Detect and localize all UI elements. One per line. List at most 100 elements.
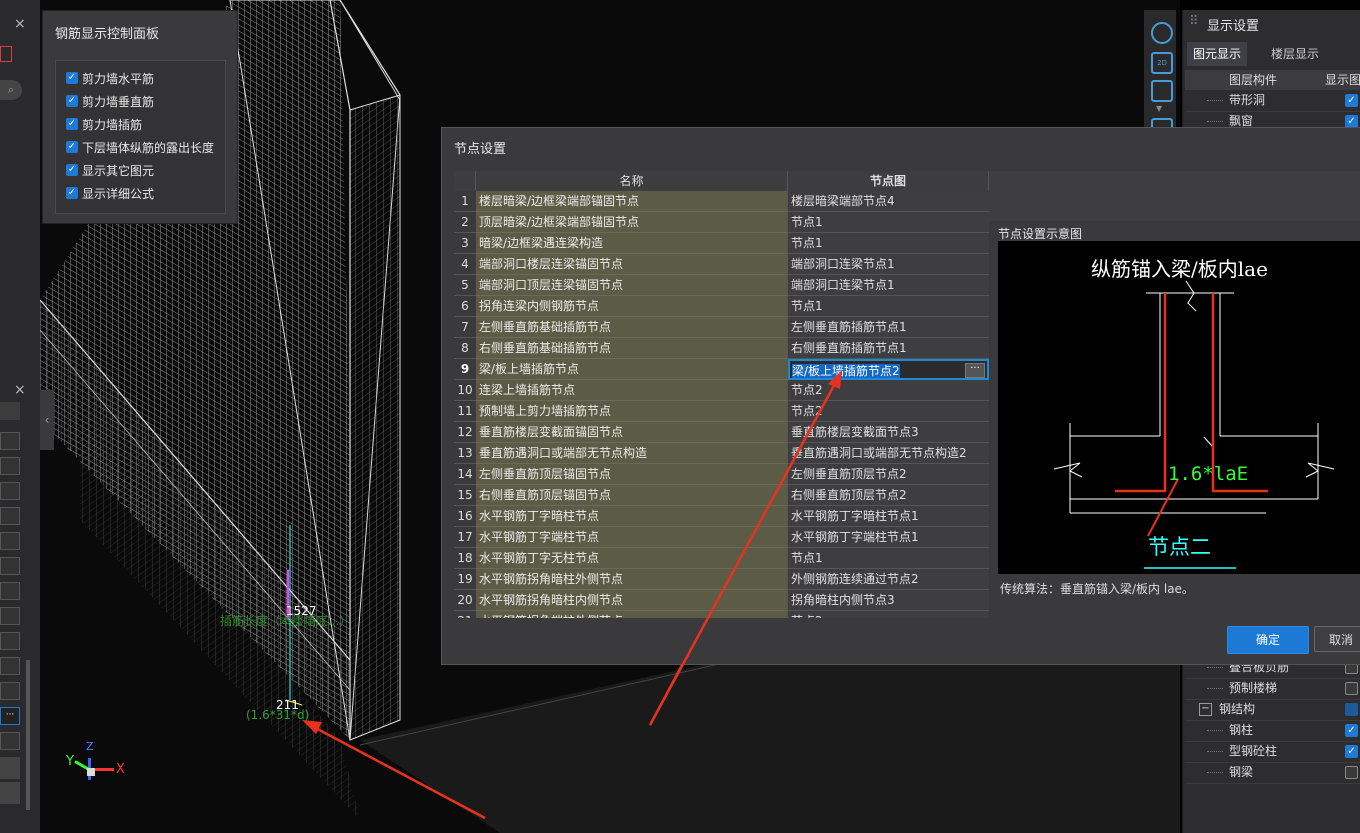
close-icon[interactable]: × [14,16,26,32]
search-icon[interactable]: ⌕ [0,80,22,100]
list-item[interactable]: 带形洞 ✓ [1185,90,1360,112]
chevron-down-icon[interactable]: ▼ [1156,104,1162,113]
checkbox-icon[interactable]: ✓ [66,141,78,153]
property-cell[interactable] [0,607,20,625]
row-node-cell[interactable]: 左侧垂直筋顶层节点2 [788,464,989,485]
close-icon[interactable]: × [14,382,26,398]
property-cell[interactable] [0,632,20,650]
table-row[interactable]: 16 水平钢筋丁字暗柱节点 水平钢筋丁字暗柱节点1 [454,506,989,527]
row-node-cell[interactable]: 拐角暗柱内侧节点3 [788,590,989,611]
row-node-cell[interactable]: 节点1 [788,212,989,233]
list-item[interactable]: 钢柱 ✓ [1185,720,1360,742]
ellipsis-button[interactable]: ··· [0,707,20,725]
table-row[interactable]: 10 连梁上墙插筋节点 节点2 [454,380,989,401]
row-node-cell[interactable]: 右侧垂直筋插筋节点1 [788,338,989,359]
row-node-cell[interactable]: 水平钢筋丁字暗柱节点1 [788,506,989,527]
layer-icon[interactable] [0,46,12,62]
option-show-other[interactable]: ✓ 显示其它图元 [66,160,154,180]
row-node-cell[interactable]: 外侧钢筋连续通过节点2 [788,569,989,590]
checkbox-icon[interactable]: ✓ [1345,745,1358,758]
property-cell[interactable] [0,482,20,500]
table-row[interactable]: 17 水平钢筋丁字端柱节点 水平钢筋丁字端柱节点1 [454,527,989,548]
drag-handle-icon[interactable]: ⠿ [1189,14,1199,29]
table-row[interactable]: 6 拐角连梁内侧钢筋节点 节点1 [454,296,989,317]
row-node-cell[interactable]: 垂直筋楼层变截面节点3 [788,422,989,443]
checkbox-icon[interactable] [1345,703,1358,716]
table-row[interactable]: 9 梁/板上墙插筋节点 梁/板上墙插筋节点2 ··· [454,359,989,380]
checkbox-icon[interactable] [1345,766,1358,779]
row-node-cell[interactable]: 右侧垂直筋顶层节点2 [788,485,989,506]
table-row[interactable]: 4 端部洞口楼层连梁锚固节点 端部洞口连梁节点1 [454,254,989,275]
table-row[interactable]: 19 水平钢筋拐角暗柱外侧节点 外侧钢筋连续通过节点2 [454,569,989,590]
row-node-cell[interactable]: 节点1 [788,548,989,569]
row-node-cell[interactable]: 端部洞口连梁节点1 [788,275,989,296]
tab-floor-display[interactable]: 楼层显示 [1265,42,1325,66]
checkbox-icon[interactable]: ✓ [66,118,78,130]
row-node-cell[interactable]: 左侧垂直筋插筋节点1 [788,317,989,338]
table-row[interactable]: 20 水平钢筋拐角暗柱内侧节点 拐角暗柱内侧节点3 [454,590,989,611]
table-row[interactable]: 11 预制墙上剪力墙插筋节点 节点2 [454,401,989,422]
row-node-cell[interactable]: 节点1 [788,233,989,254]
property-cell[interactable] [0,432,20,450]
property-cell[interactable] [0,682,20,700]
row-node-cell[interactable]: 楼层暗梁端部节点4 [788,191,989,212]
tab-element-display[interactable]: 图元显示 [1187,42,1248,66]
collapse-icon[interactable]: − [1199,703,1212,716]
node-value-editing[interactable]: 梁/板上墙插筋节点2 [792,364,900,378]
table-row[interactable]: 13 垂直筋遇洞口或端部无节点构造 垂直筋遇洞口或端部无节点构造2 [454,443,989,464]
option-show-formula[interactable]: ✓ 显示详细公式 [66,183,154,203]
2d-view-icon[interactable]: 2D [1151,52,1173,74]
property-cell[interactable] [0,457,20,475]
table-row[interactable]: 12 垂直筋楼层变截面锚固节点 垂直筋楼层变截面节点3 [454,422,989,443]
option-horizontal-rebar[interactable]: ✓ 剪力墙水平筋 [66,68,154,88]
property-cell[interactable] [0,782,20,804]
list-item[interactable]: 钢梁 [1185,762,1360,784]
row-node-cell[interactable]: 梁/板上墙插筋节点2 ··· [788,359,989,380]
option-dowel-rebar[interactable]: ✓ 剪力墙插筋 [66,114,142,134]
property-cell[interactable] [0,657,20,675]
checkbox-icon[interactable]: ✓ [66,187,78,199]
table-row[interactable]: 1 楼层暗梁/边框梁端部锚固节点 楼层暗梁端部节点4 [454,191,989,212]
row-node-cell[interactable]: 节点1 [788,296,989,317]
ok-button[interactable]: 确定 [1227,626,1309,654]
table-row[interactable]: 15 右侧垂直筋顶层锚固节点 右侧垂直筋顶层节点2 [454,485,989,506]
table-row[interactable]: 8 右侧垂直筋基础插筋节点 右侧垂直筋插筋节点1 [454,338,989,359]
checkbox-icon[interactable]: ✓ [66,95,78,107]
table-row[interactable]: 14 左侧垂直筋顶层锚固节点 左侧垂直筋顶层节点2 [454,464,989,485]
list-item-group[interactable]: − 钢结构 [1185,699,1360,721]
table-row[interactable]: 2 顶层暗梁/边框梁端部锚固节点 节点1 [454,212,989,233]
property-cell[interactable] [0,507,20,525]
collapse-panel-handle[interactable]: ‹ [40,390,54,450]
checkbox-icon[interactable]: ✓ [1345,94,1358,107]
property-cell[interactable] [0,757,20,779]
ellipsis-button[interactable]: ··· [965,363,985,378]
property-cell[interactable] [0,582,20,600]
property-cell[interactable] [0,402,20,420]
row-node-cell[interactable]: 节点2 [788,611,989,618]
3d-view-icon[interactable] [1151,80,1173,102]
property-cell[interactable] [0,557,20,575]
property-cell[interactable] [0,732,20,750]
table-row[interactable]: 5 端部洞口顶层连梁锚固节点 端部洞口连梁节点1 [454,275,989,296]
row-node-cell[interactable]: 节点2 [788,380,989,401]
row-node-cell[interactable]: 垂直筋遇洞口或端部无节点构造2 [788,443,989,464]
checkbox-icon[interactable]: ✓ [66,72,78,84]
checkbox-icon[interactable]: ✓ [66,164,78,176]
checkbox-icon[interactable] [1345,682,1358,695]
checkbox-icon[interactable]: ✓ [1345,724,1358,737]
row-node-cell[interactable]: 水平钢筋丁字端柱节点1 [788,527,989,548]
orbit-icon[interactable] [1151,22,1173,44]
scrollbar[interactable] [26,660,30,810]
property-cell[interactable] [0,532,20,550]
table-row[interactable]: 18 水平钢筋丁字无柱节点 节点1 [454,548,989,569]
row-node-cell[interactable]: 端部洞口连梁节点1 [788,254,989,275]
list-item[interactable]: 型钢砼柱 ✓ [1185,741,1360,763]
cancel-button[interactable]: 取消 [1314,626,1360,652]
list-item[interactable]: 预制楼梯 [1185,678,1360,700]
table-row[interactable]: 21水平钢筋拐角端柱外侧节点节点2 [454,611,989,618]
option-vertical-rebar[interactable]: ✓ 剪力墙垂直筋 [66,91,154,111]
table-row[interactable]: 3 暗梁/边框梁遇连梁构造 节点1 [454,233,989,254]
row-node-cell[interactable]: 节点2 [788,401,989,422]
option-exposed-length[interactable]: ✓ 下层墙体纵筋的露出长度 [66,137,214,157]
table-row[interactable]: 7 左侧垂直筋基础插筋节点 左侧垂直筋插筋节点1 [454,317,989,338]
